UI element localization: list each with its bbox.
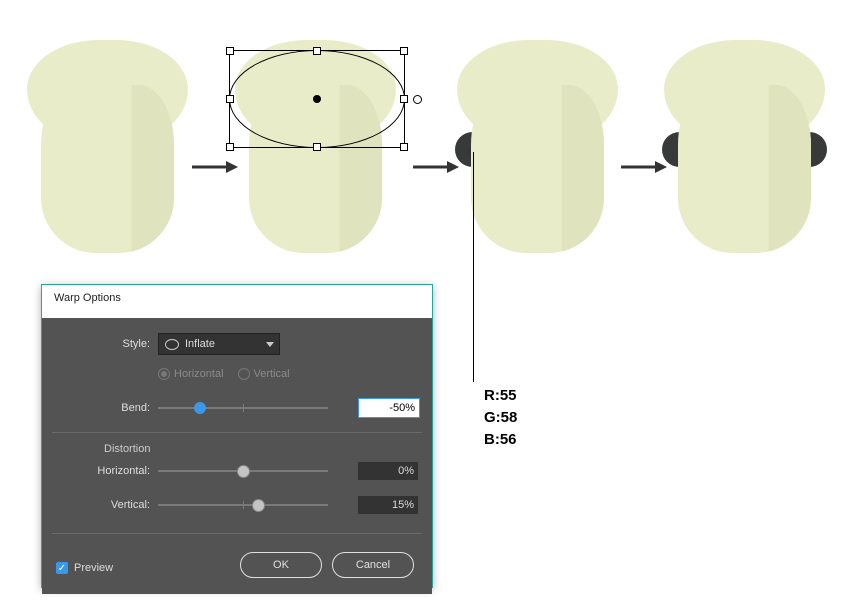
distortion-section-label: Distortion bbox=[42, 437, 432, 457]
step-1 bbox=[35, 40, 180, 255]
distortion-h-input[interactable]: 0% bbox=[358, 462, 418, 480]
arrow-icon bbox=[192, 160, 238, 178]
cancel-button[interactable]: Cancel bbox=[332, 552, 414, 578]
arrow-icon bbox=[621, 160, 667, 178]
ok-button[interactable]: OK bbox=[240, 552, 322, 578]
warp-options-dialog: Warp Options Style: Inflate Horizontal V… bbox=[41, 284, 433, 588]
radio-icon bbox=[238, 368, 250, 380]
resize-handle[interactable] bbox=[400, 95, 408, 103]
slider-thumb[interactable] bbox=[252, 499, 265, 512]
step-2 bbox=[243, 40, 388, 255]
chevron-down-icon bbox=[266, 342, 274, 347]
style-select[interactable]: Inflate bbox=[158, 333, 280, 355]
mushroom-shape bbox=[672, 40, 817, 255]
distortion-v-input[interactable]: 15% bbox=[358, 496, 418, 514]
style-value: Inflate bbox=[185, 338, 215, 350]
callout-line bbox=[473, 152, 474, 382]
resize-handle[interactable] bbox=[400, 143, 408, 151]
bend-slider[interactable] bbox=[158, 400, 328, 416]
resize-handle[interactable] bbox=[226, 95, 234, 103]
center-point[interactable] bbox=[313, 95, 321, 103]
resize-handle[interactable] bbox=[400, 47, 408, 55]
distortion-v-slider[interactable] bbox=[158, 497, 328, 513]
distortion-v-label: Vertical: bbox=[42, 499, 158, 511]
resize-handle[interactable] bbox=[226, 143, 234, 151]
orient-vertical-radio[interactable]: Vertical bbox=[238, 368, 290, 380]
rgb-g-value: G:58 bbox=[484, 407, 517, 429]
orientation-group: Horizontal Vertical bbox=[158, 368, 290, 380]
distortion-h-slider[interactable] bbox=[158, 463, 328, 479]
rgb-r-value: R:55 bbox=[484, 385, 517, 407]
bend-input[interactable]: -50% bbox=[358, 398, 420, 418]
dialog-title: Warp Options bbox=[42, 285, 432, 318]
mushroom-shape bbox=[465, 40, 610, 255]
resize-handle[interactable] bbox=[313, 47, 321, 55]
arrow-icon bbox=[413, 160, 459, 178]
mushroom-shape bbox=[35, 40, 180, 255]
step-4 bbox=[672, 40, 817, 255]
step-3 bbox=[465, 40, 610, 255]
bend-label: Bend: bbox=[42, 402, 158, 414]
widget-handle[interactable] bbox=[413, 95, 422, 104]
resize-handle[interactable] bbox=[226, 47, 234, 55]
slider-thumb[interactable] bbox=[194, 402, 206, 414]
inflate-icon bbox=[165, 339, 179, 350]
style-label: Style: bbox=[42, 338, 158, 350]
orient-horizontal-radio[interactable]: Horizontal bbox=[158, 368, 224, 380]
slider-thumb[interactable] bbox=[237, 465, 250, 478]
distortion-h-label: Horizontal: bbox=[42, 465, 158, 477]
resize-handle[interactable] bbox=[313, 143, 321, 151]
rgb-b-value: B:56 bbox=[484, 429, 517, 451]
rgb-readout: R:55 G:58 B:56 bbox=[484, 385, 517, 451]
radio-icon bbox=[158, 368, 170, 380]
selection-bounding-box[interactable] bbox=[229, 50, 405, 148]
